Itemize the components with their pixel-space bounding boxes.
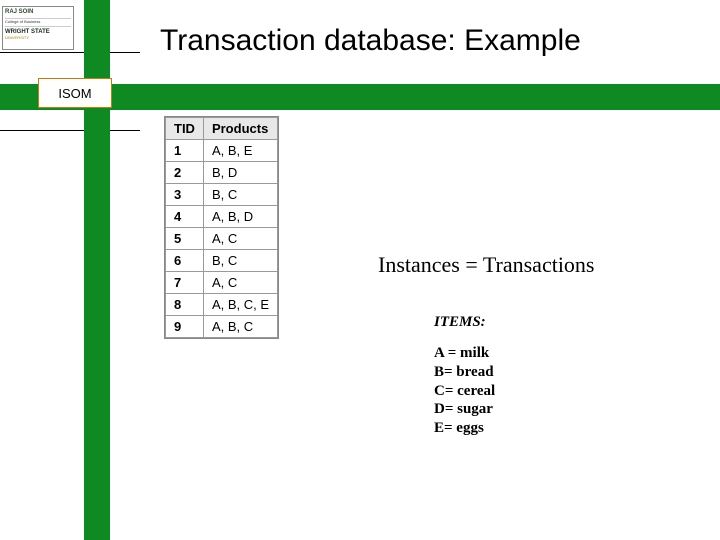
logo-line2: College of Business xyxy=(5,18,71,27)
table-row: 8A, B, C, E xyxy=(166,294,278,316)
cell-products: A, B, C xyxy=(203,316,277,338)
logo-line4: UNIVERSITY xyxy=(5,36,71,41)
item-entry: C= cereal xyxy=(434,382,495,401)
isom-badge: ISOM xyxy=(38,78,112,108)
item-entry: A = milk xyxy=(434,344,495,363)
table-row: 1A, B, E xyxy=(166,140,278,162)
decorative-line xyxy=(0,130,140,131)
col-products: Products xyxy=(203,118,277,140)
table-row: 5A, C xyxy=(166,228,278,250)
transactions-table: TID Products 1A, B, E 2B, D 3B, C 4A, B,… xyxy=(164,116,279,339)
cell-products: A, B, E xyxy=(203,140,277,162)
cell-tid: 3 xyxy=(166,184,204,206)
item-entry: B= bread xyxy=(434,363,495,382)
logo-line1: RAJ SOIN xyxy=(5,9,71,16)
item-entry: E= eggs xyxy=(434,419,495,438)
table-row: 3B, C xyxy=(166,184,278,206)
cell-products: B, C xyxy=(203,250,277,272)
table-row: 9A, B, C xyxy=(166,316,278,338)
cell-products: B, C xyxy=(203,184,277,206)
cell-products: A, B, C, E xyxy=(203,294,277,316)
instances-label: Instances = Transactions xyxy=(378,252,595,278)
item-entry: D= sugar xyxy=(434,400,495,419)
col-tid: TID xyxy=(166,118,204,140)
table-row: 6B, C xyxy=(166,250,278,272)
table-header-row: TID Products xyxy=(166,118,278,140)
cell-tid: 9 xyxy=(166,316,204,338)
cell-tid: 4 xyxy=(166,206,204,228)
cell-products: B, D xyxy=(203,162,277,184)
cell-products: A, C xyxy=(203,272,277,294)
decorative-line xyxy=(0,52,140,53)
cell-tid: 1 xyxy=(166,140,204,162)
table-row: 2B, D xyxy=(166,162,278,184)
cell-tid: 5 xyxy=(166,228,204,250)
table-row: 7A, C xyxy=(166,272,278,294)
isom-label: ISOM xyxy=(58,86,91,101)
cell-tid: 7 xyxy=(166,272,204,294)
items-heading: ITEMS: xyxy=(434,314,486,331)
cell-tid: 8 xyxy=(166,294,204,316)
slide-title: Transaction database: Example xyxy=(160,24,581,58)
cell-tid: 2 xyxy=(166,162,204,184)
items-list: A = milk B= bread C= cereal D= sugar E= … xyxy=(434,344,495,438)
cell-tid: 6 xyxy=(166,250,204,272)
cell-products: A, C xyxy=(203,228,277,250)
cell-products: A, B, D xyxy=(203,206,277,228)
table-row: 4A, B, D xyxy=(166,206,278,228)
college-logo: RAJ SOIN College of Business WRIGHT STAT… xyxy=(2,6,74,50)
